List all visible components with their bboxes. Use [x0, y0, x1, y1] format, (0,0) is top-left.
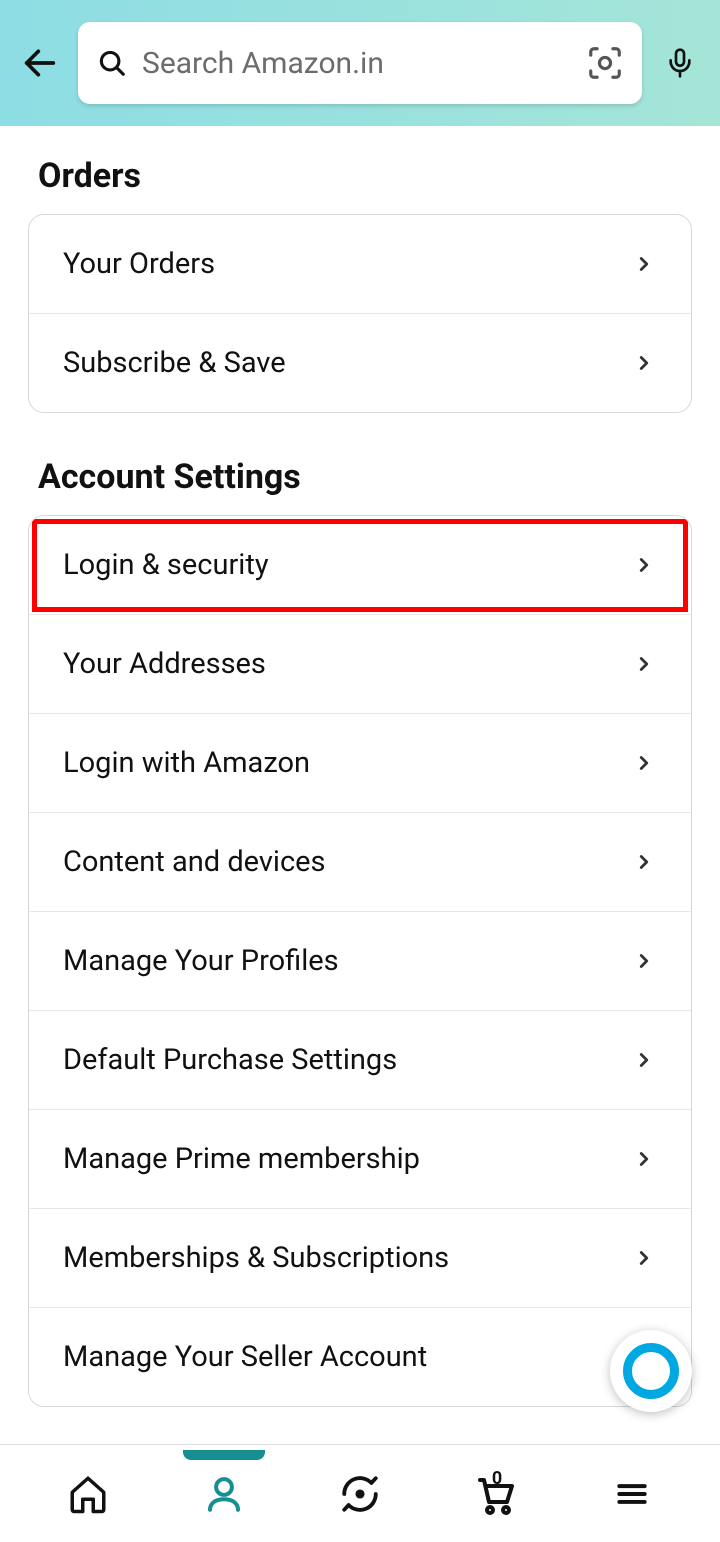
chevron-right-icon — [631, 1146, 657, 1172]
camera-scan-icon[interactable] — [586, 44, 624, 82]
list-item-subscribe-save[interactable]: Subscribe & Save — [29, 314, 691, 412]
hamburger-icon — [613, 1475, 651, 1513]
list-item-your-orders[interactable]: Your Orders — [29, 215, 691, 314]
account-settings-group: Login & security Your Addresses Login wi… — [28, 515, 692, 1407]
nav-account[interactable] — [194, 1464, 254, 1524]
nav-cart[interactable]: 0 — [466, 1464, 526, 1524]
list-item-label: Manage Your Profiles — [63, 944, 339, 978]
chevron-right-icon — [631, 651, 657, 677]
cart-count-badge: 0 — [492, 1468, 502, 1489]
chevron-right-icon — [631, 1245, 657, 1271]
list-item-manage-seller-account[interactable]: Manage Your Seller Account — [29, 1308, 691, 1406]
search-input[interactable] — [142, 46, 572, 81]
chevron-right-icon — [631, 350, 657, 376]
nav-buy-again[interactable] — [330, 1464, 390, 1524]
nav-active-indicator — [183, 1450, 265, 1460]
list-item-label: Your Addresses — [63, 647, 266, 681]
list-item-label: Login & security — [63, 548, 269, 582]
search-bar[interactable] — [78, 22, 642, 104]
list-item-label: Manage Prime membership — [63, 1142, 420, 1176]
bottom-navigation: 0 — [0, 1444, 720, 1542]
list-item-label: Subscribe & Save — [63, 346, 286, 380]
back-button[interactable] — [18, 41, 62, 85]
list-item-label: Login with Amazon — [63, 746, 310, 780]
list-item-label: Default Purchase Settings — [63, 1043, 397, 1077]
section-title-orders: Orders — [38, 156, 692, 196]
list-item-manage-prime[interactable]: Manage Prime membership — [29, 1110, 691, 1209]
list-item-label: Memberships & Subscriptions — [63, 1241, 449, 1275]
app-header — [0, 0, 720, 126]
chevron-right-icon — [631, 552, 657, 578]
main-content: Orders Your Orders Subscribe & Save Acco… — [0, 126, 720, 1444]
chevron-right-icon — [631, 849, 657, 875]
list-item-manage-profiles[interactable]: Manage Your Profiles — [29, 912, 691, 1011]
voice-search-button[interactable] — [658, 41, 702, 85]
list-item-login-with-amazon[interactable]: Login with Amazon — [29, 714, 691, 813]
orders-group: Your Orders Subscribe & Save — [28, 214, 692, 413]
chevron-right-icon — [631, 948, 657, 974]
search-icon — [96, 47, 128, 79]
section-title-account-settings: Account Settings — [38, 457, 692, 497]
list-item-content-devices[interactable]: Content and devices — [29, 813, 691, 912]
nav-menu[interactable] — [602, 1464, 662, 1524]
list-item-label: Your Orders — [63, 247, 215, 281]
list-item-login-security[interactable]: Login & security — [29, 516, 691, 615]
chevron-right-icon — [631, 1047, 657, 1073]
chevron-right-icon — [631, 251, 657, 277]
refresh-icon — [339, 1473, 381, 1515]
arrow-left-icon — [20, 43, 60, 83]
list-item-memberships-subscriptions[interactable]: Memberships & Subscriptions — [29, 1209, 691, 1308]
home-icon — [67, 1473, 109, 1515]
list-item-your-addresses[interactable]: Your Addresses — [29, 615, 691, 714]
list-item-default-purchase-settings[interactable]: Default Purchase Settings — [29, 1011, 691, 1110]
list-item-label: Manage Your Seller Account — [63, 1340, 427, 1374]
list-item-label: Content and devices — [63, 845, 326, 879]
microphone-icon — [664, 47, 696, 79]
nav-home[interactable] — [58, 1464, 118, 1524]
alexa-button[interactable] — [610, 1330, 692, 1412]
alexa-icon — [623, 1343, 679, 1399]
chevron-right-icon — [631, 750, 657, 776]
user-icon — [203, 1473, 245, 1515]
